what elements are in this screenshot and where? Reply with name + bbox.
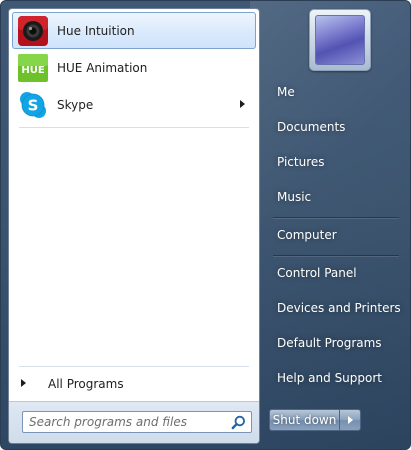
program-item-hue-animation[interactable]: HUE HUE Animation (12, 49, 256, 86)
program-label: HUE Animation (57, 60, 148, 75)
program-label: Hue Intuition (57, 23, 135, 38)
right-link-control-panel[interactable]: Control Panel (269, 258, 405, 288)
separator (19, 366, 249, 367)
separator (19, 127, 249, 128)
shutdown-button[interactable]: Shut down (269, 409, 339, 431)
hue-intuition-icon (17, 15, 49, 47)
user-avatar[interactable] (309, 9, 371, 71)
all-programs-label: All Programs (48, 377, 124, 391)
right-link-music[interactable]: Music (269, 182, 405, 212)
search-input[interactable] (29, 413, 221, 431)
skype-icon: S (17, 89, 49, 121)
avatar-image (315, 15, 365, 65)
search-area (9, 401, 259, 443)
search-icon[interactable] (231, 415, 246, 430)
shutdown-options-button[interactable] (339, 409, 361, 431)
svg-text:HUE: HUE (21, 65, 44, 76)
hue-animation-icon: HUE (17, 52, 49, 84)
right-link-computer[interactable]: Computer (269, 220, 405, 250)
submenu-arrow-icon[interactable] (240, 100, 245, 108)
program-label: Skype (57, 97, 94, 112)
separator (273, 217, 399, 218)
arrow-right-icon (21, 379, 26, 387)
all-programs-button[interactable]: All Programs (12, 371, 256, 397)
program-list: Hue Intuition HUE HUE Animation S Skype (12, 12, 256, 123)
search-box[interactable] (22, 411, 252, 433)
right-link-pictures[interactable]: Pictures (269, 147, 405, 177)
programs-pane: Hue Intuition HUE HUE Animation S Skype … (8, 8, 260, 444)
program-item-skype[interactable]: S Skype (12, 86, 256, 123)
chevron-right-icon (348, 416, 353, 424)
right-link-default-programs[interactable]: Default Programs (269, 328, 405, 358)
svg-text:S: S (28, 96, 39, 114)
start-menu: Hue Intuition HUE HUE Animation S Skype … (0, 0, 411, 450)
right-link-help-and-support[interactable]: Help and Support (269, 363, 405, 393)
right-link-me[interactable]: Me (269, 77, 405, 107)
program-item-hue-intuition[interactable]: Hue Intuition (12, 12, 256, 49)
shutdown-group: Shut down (269, 409, 361, 431)
right-link-devices-and-printers[interactable]: Devices and Printers (269, 293, 405, 323)
separator (273, 255, 399, 256)
right-link-documents[interactable]: Documents (269, 112, 405, 142)
